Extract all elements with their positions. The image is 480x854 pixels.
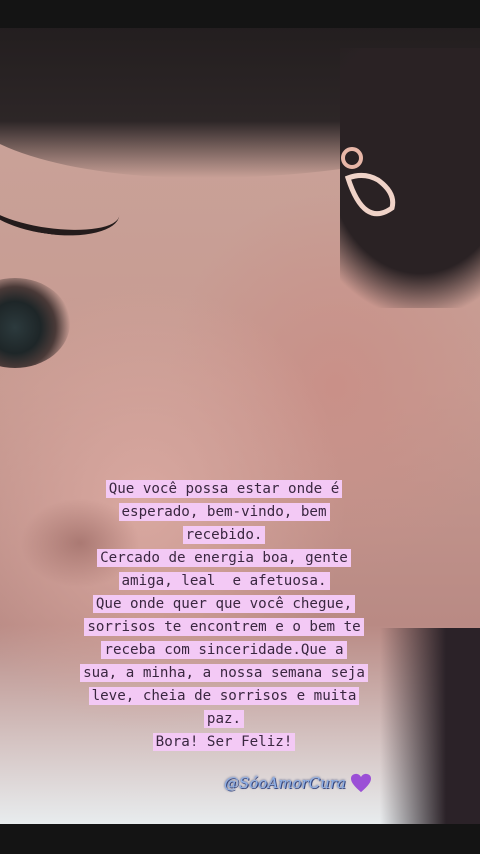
purple-heart-icon bbox=[350, 773, 371, 793]
caption-line: amiga, leal e afetuosa. bbox=[118, 572, 330, 590]
caption-line: paz. bbox=[203, 710, 245, 728]
caption-line: leve, cheia de sorrisos e muita bbox=[88, 687, 360, 705]
top-letterbox bbox=[0, 0, 480, 28]
caption-line: Que onde quer que você chegue, bbox=[92, 595, 356, 613]
eyelashes bbox=[0, 168, 124, 244]
caption-text: Que você possa estar onde é esperado, be… bbox=[66, 478, 382, 754]
shadow-region bbox=[380, 628, 480, 824]
watermark: @SóoAmorCura bbox=[224, 771, 372, 795]
caption-line: esperado, bem-vindo, bem bbox=[118, 503, 330, 521]
caption-line: sua, a minha, a nossa semana seja bbox=[80, 664, 368, 682]
eye bbox=[0, 278, 70, 368]
caption-line: Cercado de energia boa, gente bbox=[97, 549, 351, 567]
caption-line: Bora! Ser Feliz! bbox=[152, 733, 296, 751]
caption-line: receba com sinceridade.Que a bbox=[101, 641, 347, 659]
earring-icon bbox=[341, 147, 396, 217]
caption-line: Que você possa estar onde é bbox=[105, 480, 343, 498]
caption-line: sorrisos te encontrem e o bem te bbox=[84, 618, 364, 636]
bottom-letterbox bbox=[0, 824, 480, 854]
caption-line: recebido. bbox=[182, 526, 266, 544]
watermark-text: @SóoAmorCura bbox=[224, 774, 346, 792]
